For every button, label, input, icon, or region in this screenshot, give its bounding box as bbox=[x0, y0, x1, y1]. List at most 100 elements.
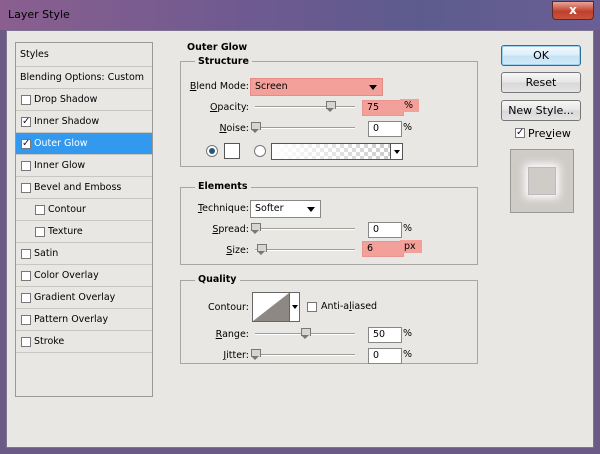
style-item-outer-glow[interactable]: Outer Glow bbox=[16, 133, 152, 155]
style-item-label: Satin bbox=[34, 248, 59, 259]
range-label: Range: bbox=[215, 329, 249, 340]
chevron-down-icon bbox=[292, 305, 298, 309]
style-item-label: Drop Shadow bbox=[34, 94, 98, 105]
spread-label: Spread: bbox=[212, 224, 249, 235]
range-unit: % bbox=[403, 328, 413, 339]
style-item-label: Inner Glow bbox=[34, 160, 86, 171]
jitter-field[interactable]: 0 bbox=[368, 348, 402, 364]
dialog-body: Styles Blending Options: Custom Drop Sha… bbox=[6, 30, 594, 448]
spread-slider[interactable] bbox=[251, 223, 355, 234]
size-slider-thumb[interactable] bbox=[257, 244, 267, 255]
style-checkbox[interactable] bbox=[21, 115, 31, 128]
elements-label: Elements bbox=[195, 181, 251, 192]
style-checkbox[interactable] bbox=[21, 337, 31, 347]
noise-field[interactable]: 0 bbox=[368, 121, 402, 137]
blend-mode-select[interactable]: Screen bbox=[250, 78, 383, 96]
size-label: Size: bbox=[226, 245, 249, 256]
style-item-label: Outer Glow bbox=[34, 138, 88, 149]
style-item-stroke[interactable]: Stroke bbox=[16, 331, 152, 353]
size-field[interactable]: 6 bbox=[362, 241, 404, 257]
noise-label: Noise: bbox=[219, 123, 249, 134]
solid-color-radio[interactable] bbox=[206, 145, 218, 157]
style-item-pattern-overlay[interactable]: Pattern Overlay bbox=[16, 309, 152, 331]
style-preview-swatch bbox=[528, 167, 556, 195]
style-checkbox[interactable] bbox=[21, 271, 31, 281]
range-slider[interactable] bbox=[255, 328, 355, 339]
contour-label: Contour: bbox=[208, 302, 249, 313]
blending-options[interactable]: Blending Options: Custom bbox=[16, 67, 152, 89]
glow-color-swatch[interactable] bbox=[224, 143, 240, 159]
style-item-color-overlay[interactable]: Color Overlay bbox=[16, 265, 152, 287]
ghost-button bbox=[518, 4, 548, 16]
opacity-slider[interactable] bbox=[255, 101, 355, 112]
reset-button[interactable]: Reset bbox=[501, 72, 581, 93]
gradient-dropdown[interactable] bbox=[391, 143, 403, 160]
preview-label[interactable]: Preview bbox=[528, 127, 571, 140]
styles-header[interactable]: Styles bbox=[16, 43, 152, 67]
structure-label: Structure bbox=[195, 56, 252, 67]
panel-title: Outer Glow bbox=[187, 42, 248, 53]
ok-button[interactable]: OK bbox=[501, 45, 581, 66]
style-item-label: Color Overlay bbox=[34, 270, 99, 281]
jitter-slider[interactable] bbox=[251, 349, 355, 360]
style-item-inner-glow[interactable]: Inner Glow bbox=[16, 155, 152, 177]
style-checkbox[interactable] bbox=[21, 137, 31, 150]
technique-label: Technique: bbox=[197, 203, 249, 214]
style-item-drop-shadow[interactable]: Drop Shadow bbox=[16, 89, 152, 111]
style-checkbox[interactable] bbox=[21, 249, 31, 259]
technique-select[interactable]: Softer bbox=[250, 200, 321, 218]
anti-aliased-label[interactable]: Anti-aliased bbox=[321, 301, 377, 312]
range-field[interactable]: 50 bbox=[368, 327, 402, 343]
style-item-inner-shadow[interactable]: Inner Shadow bbox=[16, 111, 152, 133]
style-item-satin[interactable]: Satin bbox=[16, 243, 152, 265]
style-item-label: Inner Shadow bbox=[34, 116, 100, 127]
spread-slider-thumb[interactable] bbox=[251, 223, 261, 234]
style-checkbox[interactable] bbox=[21, 315, 31, 325]
jitter-unit: % bbox=[403, 349, 413, 360]
opacity-slider-thumb[interactable] bbox=[326, 101, 336, 112]
style-preview bbox=[510, 149, 574, 213]
contour-dropdown[interactable] bbox=[290, 292, 300, 322]
style-checkbox[interactable] bbox=[21, 161, 31, 171]
new-style-button[interactable]: New Style... bbox=[501, 100, 581, 121]
style-item-texture[interactable]: Texture bbox=[16, 221, 152, 243]
style-item-label: Contour bbox=[48, 204, 86, 215]
style-checkbox[interactable] bbox=[21, 95, 31, 105]
style-item-label: Pattern Overlay bbox=[34, 314, 109, 325]
window-title: Layer Style bbox=[8, 8, 70, 21]
noise-unit: % bbox=[403, 122, 413, 133]
gradient-picker[interactable] bbox=[271, 143, 391, 160]
style-checkbox[interactable] bbox=[35, 205, 45, 215]
preview-checkbox[interactable] bbox=[515, 126, 525, 139]
contour-curve-icon bbox=[253, 293, 289, 321]
size-slider[interactable] bbox=[255, 244, 355, 255]
chevron-down-icon bbox=[394, 150, 400, 154]
noise-slider-thumb[interactable] bbox=[251, 122, 261, 133]
chevron-down-icon bbox=[307, 207, 315, 212]
anti-aliased-checkbox[interactable] bbox=[307, 302, 317, 312]
style-item-label: Texture bbox=[48, 226, 83, 237]
range-slider-thumb[interactable] bbox=[301, 328, 311, 339]
size-unit: px bbox=[400, 240, 422, 253]
style-item-gradient-overlay[interactable]: Gradient Overlay bbox=[16, 287, 152, 309]
quality-label: Quality bbox=[195, 274, 240, 285]
spread-unit: % bbox=[403, 223, 413, 234]
spread-field[interactable]: 0 bbox=[368, 222, 402, 238]
close-button[interactable]: x bbox=[552, 1, 594, 20]
chevron-down-icon bbox=[369, 85, 377, 90]
style-item-contour[interactable]: Contour bbox=[16, 199, 152, 221]
opacity-unit: % bbox=[400, 99, 420, 112]
style-item-label: Bevel and Emboss bbox=[34, 182, 122, 193]
blend-mode-label: Blend Mode: bbox=[189, 81, 249, 92]
opacity-field[interactable]: 75 bbox=[362, 100, 404, 116]
style-item-bevel-and-emboss[interactable]: Bevel and Emboss bbox=[16, 177, 152, 199]
jitter-slider-thumb[interactable] bbox=[251, 349, 261, 360]
noise-slider[interactable] bbox=[251, 122, 355, 133]
title-bar: Layer Style x bbox=[0, 0, 600, 30]
contour-picker[interactable] bbox=[252, 292, 290, 322]
style-checkbox[interactable] bbox=[35, 227, 45, 237]
opacity-label: Opacity: bbox=[209, 102, 249, 113]
style-checkbox[interactable] bbox=[21, 183, 31, 193]
style-checkbox[interactable] bbox=[21, 293, 31, 303]
gradient-radio[interactable] bbox=[254, 145, 266, 157]
